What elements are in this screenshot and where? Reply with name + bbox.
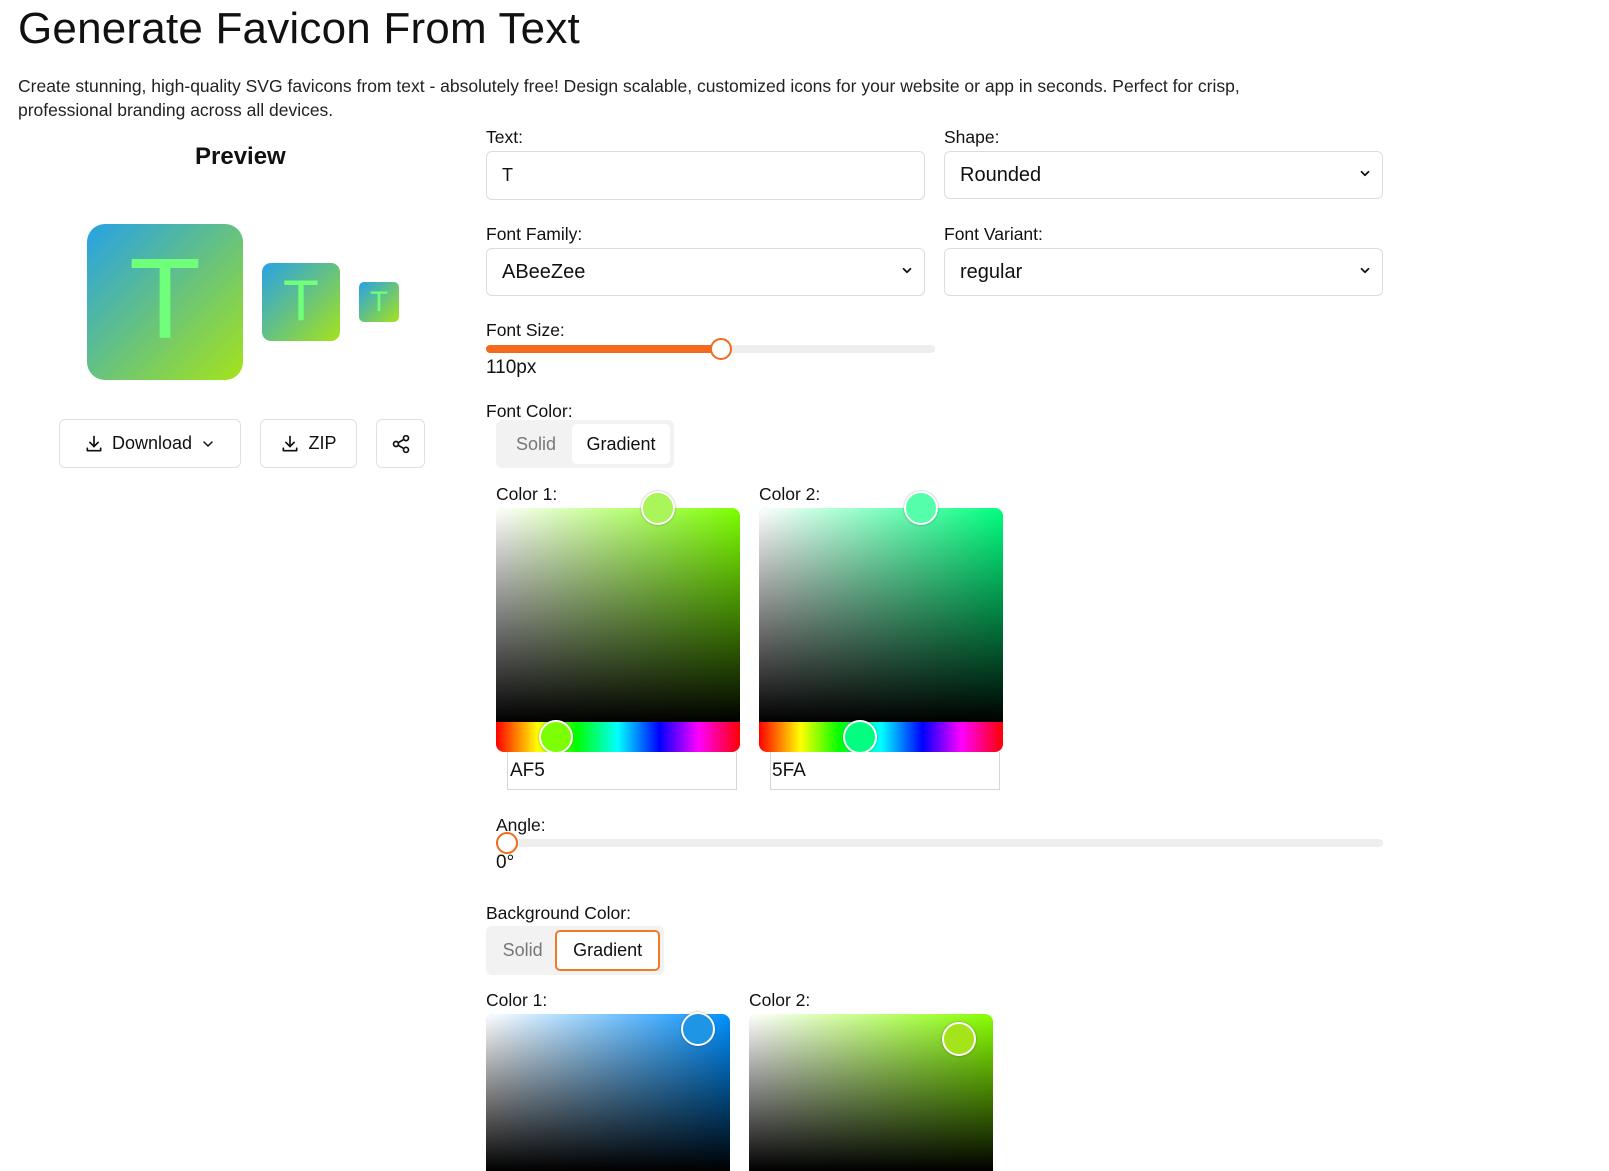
angle-slider-thumb[interactable]: [496, 832, 518, 854]
font-color1-saturation-picker[interactable]: [496, 508, 740, 722]
font-variant-select-value: regular: [960, 260, 1023, 283]
preview-letter: T: [284, 270, 318, 333]
angle-slider-track[interactable]: [496, 839, 1383, 847]
background-color-mode-toggle: Solid Gradient: [486, 926, 664, 975]
font-size-slider-thumb[interactable]: [710, 338, 732, 360]
favicon-preview-small: T: [359, 282, 399, 322]
background-color2-label: Color 2:: [749, 990, 811, 1010]
background-color1-saturation-handle[interactable]: [681, 1012, 715, 1046]
font-color-solid-option[interactable]: Solid: [500, 424, 572, 464]
font-color1-label: Color 1:: [496, 484, 558, 504]
page-title: Generate Favicon From Text: [18, 4, 580, 53]
background-color-gradient-option[interactable]: Gradient: [555, 930, 660, 971]
text-input[interactable]: T: [486, 151, 925, 200]
font-color1-saturation-handle[interactable]: [641, 491, 675, 525]
font-color2-hue-slider[interactable]: [759, 722, 1003, 752]
download-icon: [84, 434, 104, 454]
favicon-preview-large: T: [87, 224, 243, 380]
zip-label: ZIP: [308, 433, 337, 453]
favicon-preview-medium: T: [262, 263, 340, 341]
font-size-label: Font Size:: [486, 320, 565, 340]
text-input-value: T: [502, 165, 513, 185]
font-color2-hex-input[interactable]: 5FA: [770, 752, 1000, 790]
font-color-label: Font Color:: [486, 401, 573, 421]
share-icon: [391, 434, 411, 454]
chevron-down-icon: [900, 261, 914, 284]
download-label: Download: [111, 433, 193, 453]
background-color2-saturation-handle[interactable]: [942, 1022, 976, 1056]
background-color-label: Background Color:: [486, 903, 631, 923]
text-label: Text:: [486, 127, 523, 147]
font-color-mode-toggle: Solid Gradient: [496, 420, 674, 468]
font-size-slider-fill: [486, 345, 721, 353]
font-variant-label: Font Variant:: [944, 224, 1043, 244]
font-color2-hue-handle[interactable]: [843, 720, 877, 754]
font-color-gradient-option[interactable]: Gradient: [572, 424, 670, 464]
font-color1-hue-slider[interactable]: [496, 722, 740, 752]
font-color2-saturation-handle[interactable]: [904, 491, 938, 525]
chevron-down-icon: [200, 436, 216, 452]
chevron-down-icon: [1358, 261, 1372, 284]
preview-letter: T: [370, 286, 388, 318]
shape-select-value: Rounded: [960, 163, 1042, 186]
download-icon: [280, 434, 300, 454]
preview-heading: Preview: [195, 143, 286, 170]
shape-select[interactable]: Rounded: [944, 151, 1383, 199]
font-family-label: Font Family:: [486, 224, 583, 244]
background-color-solid-option[interactable]: Solid: [490, 930, 555, 971]
font-color2-label: Color 2:: [759, 484, 821, 504]
shape-label: Shape:: [944, 127, 1000, 147]
font-size-value: 110px: [486, 357, 537, 378]
background-color1-label: Color 1:: [486, 990, 548, 1010]
font-color1-hex-value: AF5: [510, 759, 545, 781]
preview-letter: T: [132, 239, 198, 364]
font-color1-hue-handle[interactable]: [539, 720, 573, 754]
font-family-select-value: ABeeZee: [502, 260, 586, 283]
download-button[interactable]: Download: [59, 419, 241, 468]
page-description: Create stunning, high-quality SVG favico…: [18, 76, 1240, 120]
font-variant-select[interactable]: regular: [944, 248, 1383, 296]
angle-value: 0°: [496, 852, 515, 873]
font-color2-saturation-picker[interactable]: [759, 508, 1003, 722]
font-color2-hex-value: 5FA: [772, 759, 806, 781]
font-family-select[interactable]: ABeeZee: [486, 248, 925, 296]
font-color1-hex-input[interactable]: AF5: [507, 752, 737, 790]
zip-download-button[interactable]: ZIP: [260, 419, 357, 468]
share-button[interactable]: [376, 419, 425, 468]
chevron-down-icon: [1358, 164, 1372, 187]
